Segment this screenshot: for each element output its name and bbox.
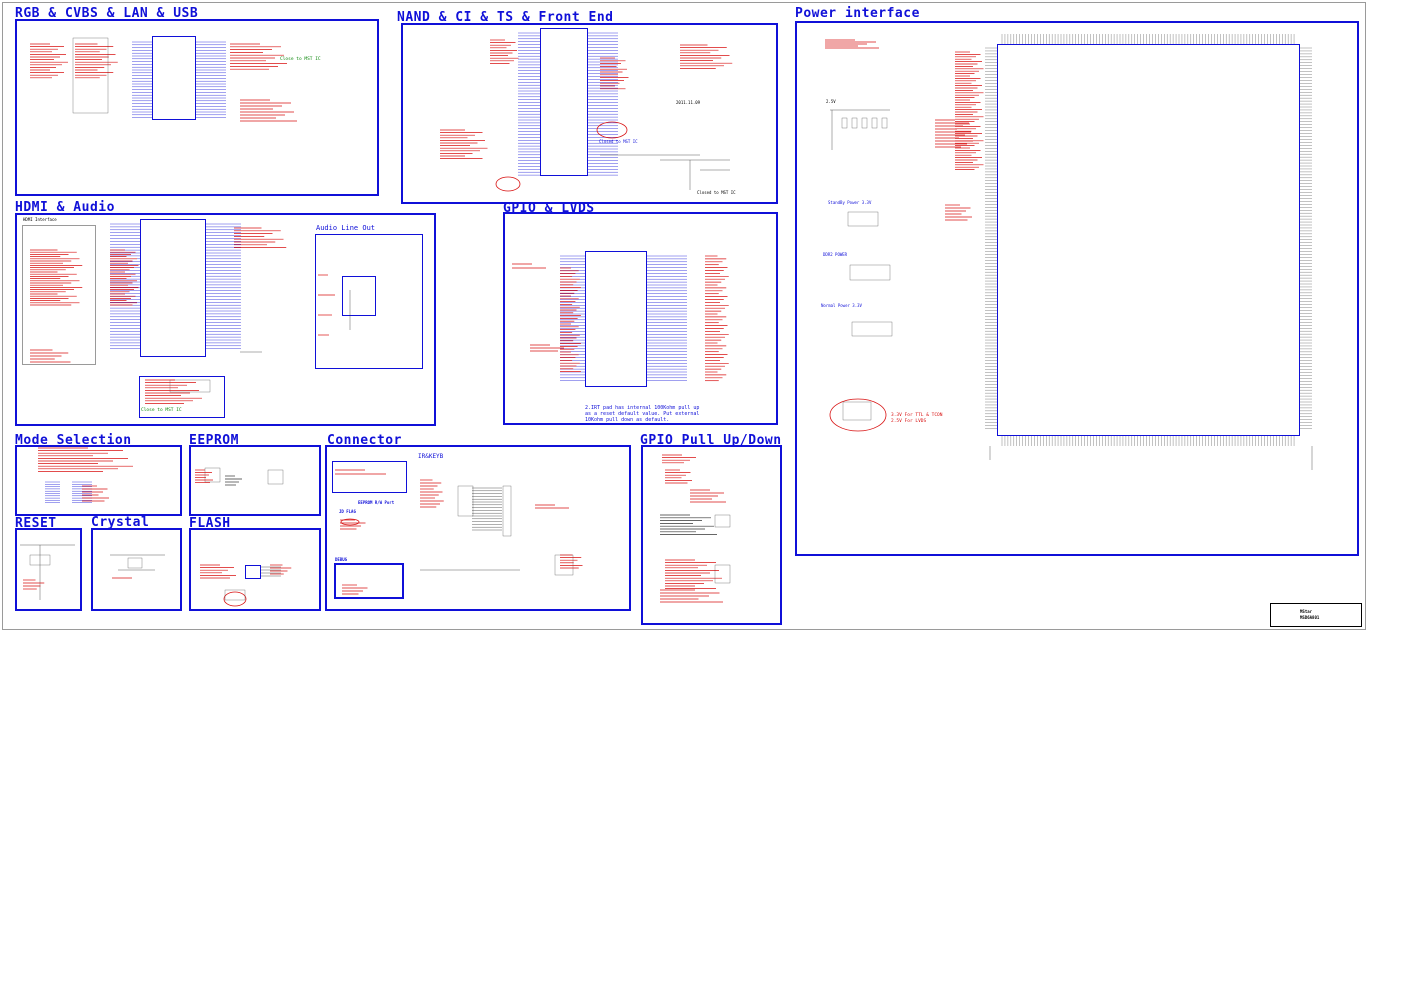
title-block-company: MStar bbox=[1300, 609, 1313, 614]
title-block-model: MSD6A801 bbox=[1300, 615, 1320, 620]
wiring-layer bbox=[20, 32, 1313, 607]
